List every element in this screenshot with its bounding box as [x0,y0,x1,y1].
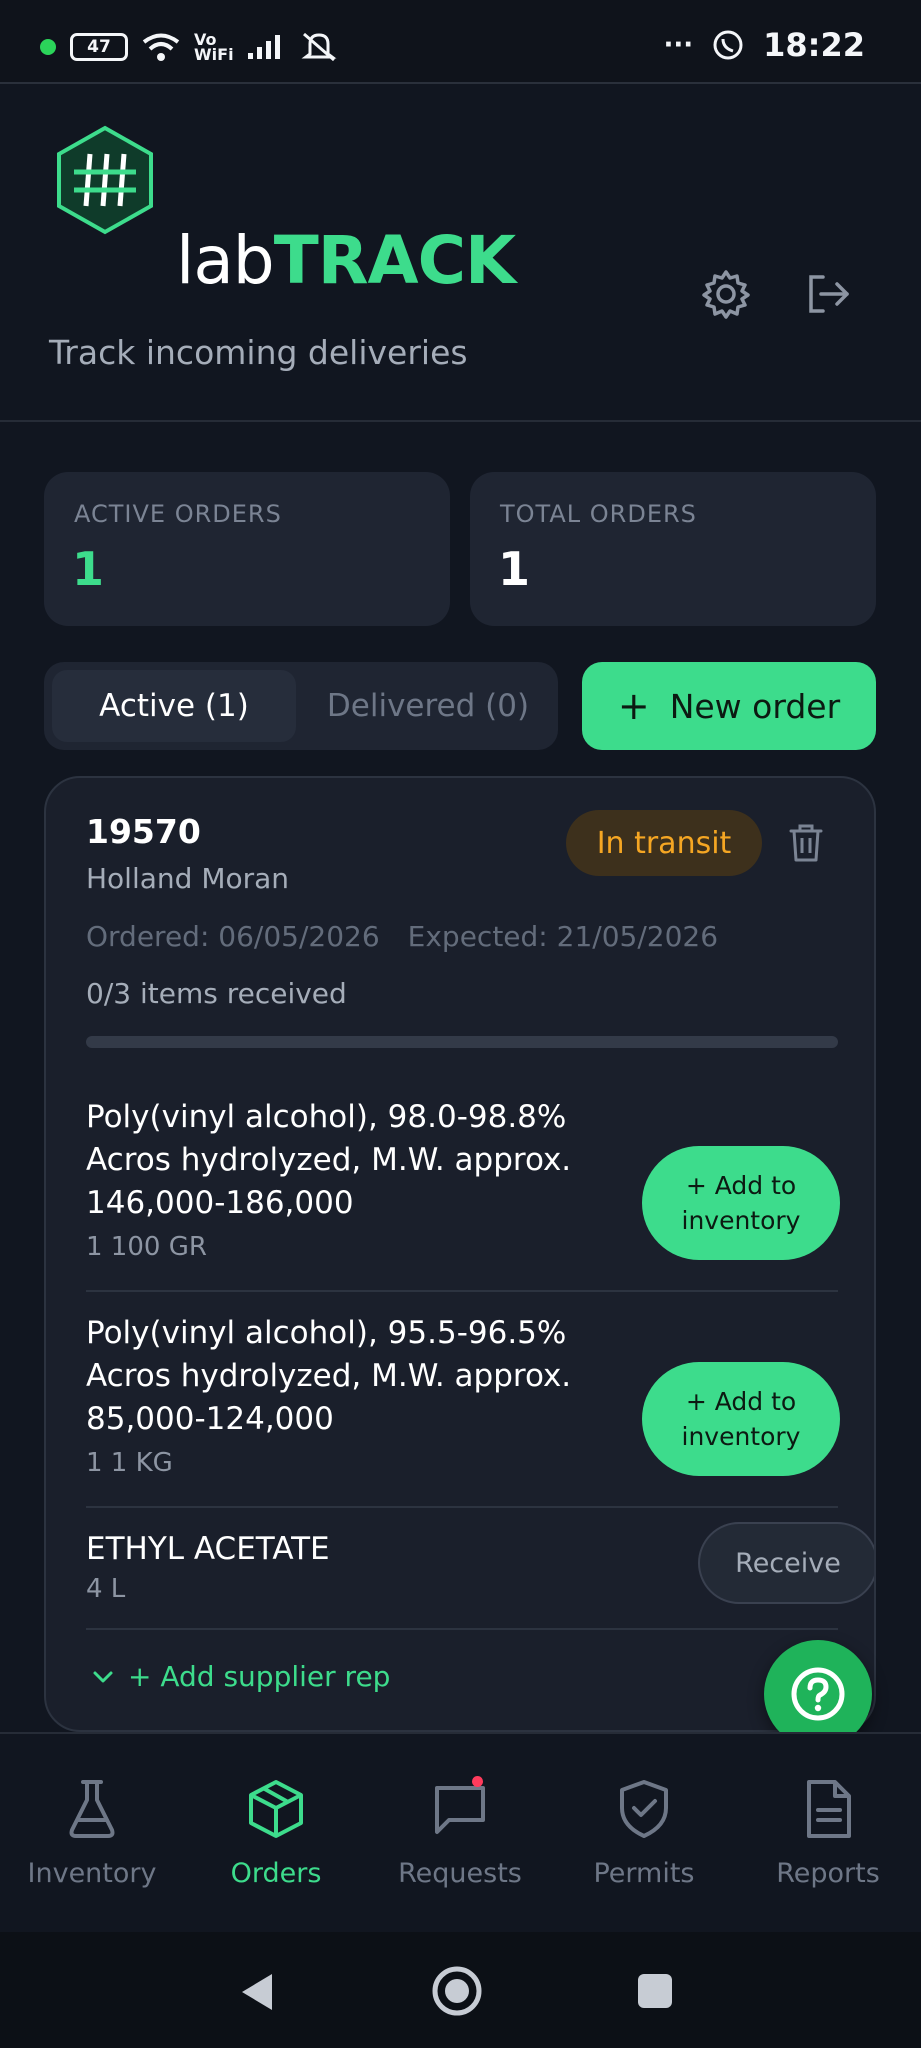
battery-icon: 47 [70,33,128,61]
status-bar: 47 Vo WiFi ··· 18:22 [0,0,921,84]
add-supplier-rep-link[interactable]: + Add supplier rep [92,1660,390,1693]
nav-label: Reports [776,1858,880,1889]
logout-button[interactable] [796,262,860,326]
nav-reports[interactable]: Reports [736,1774,920,1889]
nav-label: Inventory [27,1858,157,1889]
tab-delivered[interactable]: Delivered (0) [306,670,550,742]
new-order-label: New order [669,686,841,726]
list-item: Poly(vinyl alcohol), 95.5-96.5% Acros hy… [86,1312,840,1512]
list-item: Poly(vinyl alcohol), 98.0-98.8% Acros hy… [86,1096,840,1296]
notification-dot [472,1776,483,1787]
nav-requests[interactable]: Requests [368,1774,552,1889]
receive-button[interactable]: Receive [698,1522,874,1604]
document-icon [807,1780,851,1838]
item-quantity: 1 100 GR [86,1232,207,1262]
item-quantity: 1 1 KG [86,1448,173,1478]
gear-icon [702,270,750,319]
supplier-name: Holland Moran [86,862,290,895]
plus-icon: + [617,684,650,728]
order-dates: Ordered: 06/05/2026 Expected: 21/05/2026 [86,920,718,953]
page-subtitle: Track incoming deliveries [49,333,468,372]
stat-value: 1 [72,542,105,596]
settings-button[interactable] [694,262,758,326]
add-to-inventory-button[interactable]: + Add to inventory [642,1362,840,1476]
stat-value: 1 [498,542,531,596]
shield-check-icon [620,1780,668,1838]
flask-icon [69,1780,115,1838]
list-item: ETHYL ACETATE 4 L Receive [86,1522,874,1658]
vowifi-label: Vo WiFi [194,30,234,64]
ordered-date: Ordered: 06/05/2026 [86,920,380,953]
item-name: Poly(vinyl alcohol), 95.5-96.5% Acros hy… [86,1315,572,1437]
stat-label: TOTAL ORDERS [500,500,697,528]
whatsapp-icon [713,30,743,60]
message-icon [435,1786,485,1834]
brand-prefix: lab [176,222,275,299]
box-icon [249,1780,303,1838]
item-name: ETHYL ACETATE [86,1531,330,1567]
nav-label: Orders [230,1858,322,1889]
order-card[interactable]: 19570 Holland Moran In transit Ordered: … [44,776,876,1732]
received-progress-bar [86,1036,838,1048]
item-quantity: 4 L [86,1574,126,1604]
bottom-navigation: Inventory Orders Requests Permits Report… [0,1732,921,1932]
labtrack-logo-icon [57,125,153,235]
nav-orders[interactable]: Orders [184,1774,368,1889]
nav-inventory[interactable]: Inventory [0,1774,184,1889]
order-number: 19570 [86,812,201,851]
received-count: 0/3 items received [86,977,347,1010]
green-dot-icon [40,39,56,55]
nav-permits[interactable]: Permits [552,1774,736,1889]
chevron-down-icon [93,1671,113,1682]
order-tabs: Active (1) Delivered (0) [44,662,558,750]
app-brand: labTRACK [176,228,516,294]
clock: 18:22 [763,26,865,64]
battery-level: 47 [87,37,111,57]
divider [86,1290,838,1292]
new-order-button[interactable]: + New order [582,662,876,750]
add-to-inventory-button[interactable]: + Add to inventory [642,1146,840,1260]
system-navigation-bar [0,1932,921,2048]
status-badge: In transit [566,810,762,876]
tab-active[interactable]: Active (1) [52,670,296,742]
nav-label: Requests [398,1858,522,1889]
stat-label: ACTIVE ORDERS [74,500,282,528]
item-name: Poly(vinyl alcohol), 98.0-98.8% Acros hy… [86,1099,572,1221]
back-icon[interactable] [236,1970,276,2014]
divider [86,1506,838,1508]
nav-label: Permits [593,1858,695,1889]
overflow-dots: ··· [663,30,694,60]
expected-date: Expected: 21/05/2026 [407,920,719,953]
add-supplier-rep-label: + Add supplier rep [128,1660,391,1693]
trash-icon[interactable] [786,822,826,864]
home-icon[interactable] [430,1964,484,2018]
question-circle-icon [791,1667,845,1721]
brand-suffix: TRACK [273,222,517,299]
recents-icon[interactable] [636,1972,674,2010]
mute-bell-icon [301,32,337,62]
total-orders-card: TOTAL ORDERS 1 [470,472,876,626]
wifi-icon [142,33,180,61]
signal-icon [248,35,280,59]
divider [86,1628,838,1630]
logout-icon [809,275,849,313]
active-orders-card: ACTIVE ORDERS 1 [44,472,450,626]
